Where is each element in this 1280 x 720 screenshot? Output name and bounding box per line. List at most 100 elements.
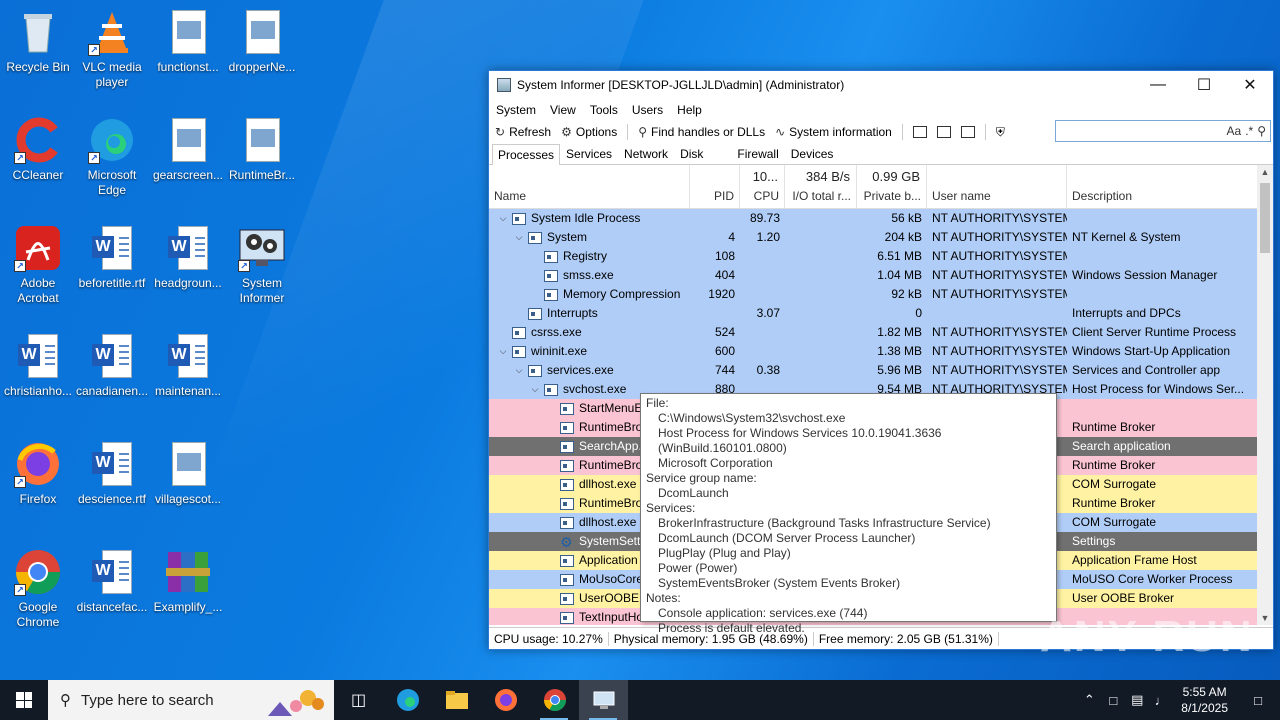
chevron-down-icon[interactable]: ⌵ (497, 209, 509, 228)
desktop-icon[interactable]: ↗ Firefox (0, 440, 76, 507)
process-description (1067, 247, 1259, 266)
menu-tools[interactable]: Tools (590, 103, 618, 117)
tab-processes[interactable]: Processes (492, 144, 561, 165)
process-row[interactable]: Registry 108 6.51 MB NT AUTHORITY\SYSTEM (489, 247, 1259, 266)
notification-icon[interactable]: □ (1236, 693, 1280, 708)
desktop-icon[interactable]: ↗ Adobe Acrobat (0, 224, 76, 306)
vertical-scrollbar[interactable]: ▲ ▼ (1257, 165, 1273, 625)
taskbar-edge[interactable] (383, 680, 432, 720)
process-row[interactable]: Memory Compression 1920 92 kB NT AUTHORITY\… (489, 285, 1259, 304)
desktop-icon[interactable]: Recycle Bin (0, 8, 76, 75)
shield-icon[interactable]: ⛨ (996, 125, 1005, 140)
find-window-icon[interactable] (936, 126, 951, 138)
column-private-bytes[interactable]: 0.99 GB Private b... (857, 165, 927, 208)
tab-services[interactable]: Services (560, 143, 618, 164)
desktop-icon[interactable]: ↗ System Informer (224, 224, 300, 306)
volume-icon[interactable]: ♩ (1149, 693, 1173, 708)
clock[interactable]: 5:55 AM 8/1/2025 (1173, 684, 1236, 716)
process-row[interactable]: csrss.exe 524 1.82 MB NT AUTHORITY\SYSTEM Cl… (489, 323, 1259, 342)
meet-now-icon[interactable]: □ (1101, 693, 1125, 708)
taskbar-system-informer[interactable] (579, 680, 628, 720)
desktop-icon[interactable]: ↗ CCleaner (0, 116, 76, 183)
tab-firewall[interactable]: Firewall (731, 143, 784, 164)
tab-devices[interactable]: Devices (785, 143, 840, 164)
refresh-button[interactable]: ↻ Refresh (495, 125, 551, 139)
menu-system[interactable]: System (496, 103, 536, 117)
column-pid[interactable]: PID (690, 165, 740, 208)
chevron-up-icon[interactable]: ⌃ (1077, 692, 1101, 708)
search-icon[interactable]: ⚲ (1257, 124, 1266, 138)
chevron-down-icon[interactable]: ⌵ (513, 228, 525, 247)
taskbar-chrome[interactable] (530, 680, 579, 720)
taskbar-firefox[interactable] (481, 680, 530, 720)
scrollbar-thumb[interactable] (1260, 183, 1270, 253)
find-handles-button[interactable]: ⚲ Find handles or DLLs (638, 125, 765, 139)
process-row[interactable]: Interrupts 3.07 0 Interrupts and DPCs (489, 304, 1259, 323)
desktop-icon[interactable]: Wmaintenan... (150, 332, 226, 399)
tab-disk[interactable]: Disk (674, 143, 709, 164)
column-cpu[interactable]: 10... CPU (740, 165, 785, 208)
regex-toggle[interactable]: .* (1245, 124, 1253, 138)
desktop-icon[interactable]: RuntimeBr... (224, 116, 300, 183)
process-icon (528, 307, 542, 320)
process-icon (544, 383, 558, 396)
desktop-icon[interactable]: dropperNe... (224, 8, 300, 75)
image-file-icon (164, 440, 212, 488)
desktop-icon[interactable]: gearscreen... (150, 116, 226, 183)
task-view-button[interactable]: ◫ (334, 680, 383, 720)
desktop-icon[interactable]: Examplify_... (150, 548, 226, 615)
desktop-icon[interactable]: Wdistancefac... (74, 548, 150, 615)
process-row[interactable]: ⌵ wininit.exe 600 1.38 MB NT AUTHORITY\SYSTE… (489, 342, 1259, 361)
chevron-down-icon[interactable]: ⌵ (497, 342, 509, 361)
minimize-button[interactable]: — (1135, 71, 1181, 99)
column-io[interactable]: 384 B/s I/O total r... (785, 165, 857, 208)
chevron-down-icon[interactable]: ⌵ (513, 361, 525, 380)
process-row[interactable]: smss.exe 404 1.04 MB NT AUTHORITY\SYSTEM Win… (489, 266, 1259, 285)
start-button[interactable] (0, 680, 48, 720)
process-name: RuntimeBro (579, 420, 643, 434)
image-file-icon (164, 8, 212, 56)
chevron-down-icon[interactable]: ⌵ (529, 380, 541, 399)
tab-network[interactable]: Network (618, 143, 674, 164)
title-bar[interactable]: System Informer [DESKTOP-JGLLJLD\admin] … (489, 71, 1273, 99)
options-button[interactable]: ⚙ Options (561, 125, 617, 139)
close-button[interactable]: ✕ (1227, 71, 1273, 99)
menu-users[interactable]: Users (632, 103, 663, 117)
desktop-icon[interactable]: ↗ Microsoft Edge (74, 116, 150, 198)
search-input[interactable]: Aa .* ⚲ (1055, 120, 1271, 142)
system-information-button[interactable]: ∿ System information (775, 125, 892, 139)
taskbar-search[interactable]: ⚲ Type here to search (48, 680, 334, 720)
desktop-icon[interactable]: Wcanadianen... (74, 332, 150, 399)
maximize-button[interactable]: ☐ (1181, 71, 1227, 99)
edge-icon: ↗ (88, 116, 136, 164)
desktop-icon-label: gearscreen... (152, 168, 224, 182)
desktop-icon[interactable]: ↗ Google Chrome (0, 548, 76, 630)
menu-view[interactable]: View (550, 103, 576, 117)
window-icon[interactable] (912, 126, 927, 138)
close-window-icon[interactable] (960, 126, 975, 138)
network-icon[interactable]: ▤ (1125, 692, 1149, 708)
desktop-icon[interactable]: Wheadgroun... (150, 224, 226, 291)
process-row[interactable]: ⌵ System 4 1.20 204 kB NT AUTHORITY\SYSTEM NT … (489, 228, 1259, 247)
desktop-icon[interactable]: Wchristianho... (0, 332, 76, 399)
taskbar-search-placeholder: Type here to search (81, 691, 214, 709)
process-name: services.exe (547, 363, 614, 377)
column-user-name[interactable]: User name (927, 165, 1067, 208)
process-row[interactable]: ⌵ services.exe 744 0.38 5.96 MB NT AUTHORITY\… (489, 361, 1259, 380)
scroll-up-icon[interactable]: ▲ (1257, 167, 1273, 177)
shortcut-arrow-icon: ↗ (14, 152, 26, 164)
menu-help[interactable]: Help (677, 103, 702, 117)
process-row[interactable]: ⌵ System Idle Process 89.73 56 kB NT AUTHORI… (489, 209, 1259, 228)
taskbar-file-explorer[interactable] (432, 680, 481, 720)
case-toggle[interactable]: Aa (1227, 124, 1242, 138)
scroll-down-icon[interactable]: ▼ (1257, 613, 1273, 623)
desktop-icon[interactable]: ↗ VLC media player (74, 8, 150, 90)
desktop-icon[interactable]: villagescot... (150, 440, 226, 507)
column-description[interactable]: Description (1067, 165, 1259, 208)
process-io (785, 323, 857, 342)
desktop-icon[interactable]: Wdescience.rtf (74, 440, 150, 507)
desktop-icon[interactable]: functionst... (150, 8, 226, 75)
column-name[interactable]: Name (489, 165, 690, 208)
process-name: System (547, 230, 588, 244)
desktop-icon[interactable]: Wbeforetitle.rtf (74, 224, 150, 291)
